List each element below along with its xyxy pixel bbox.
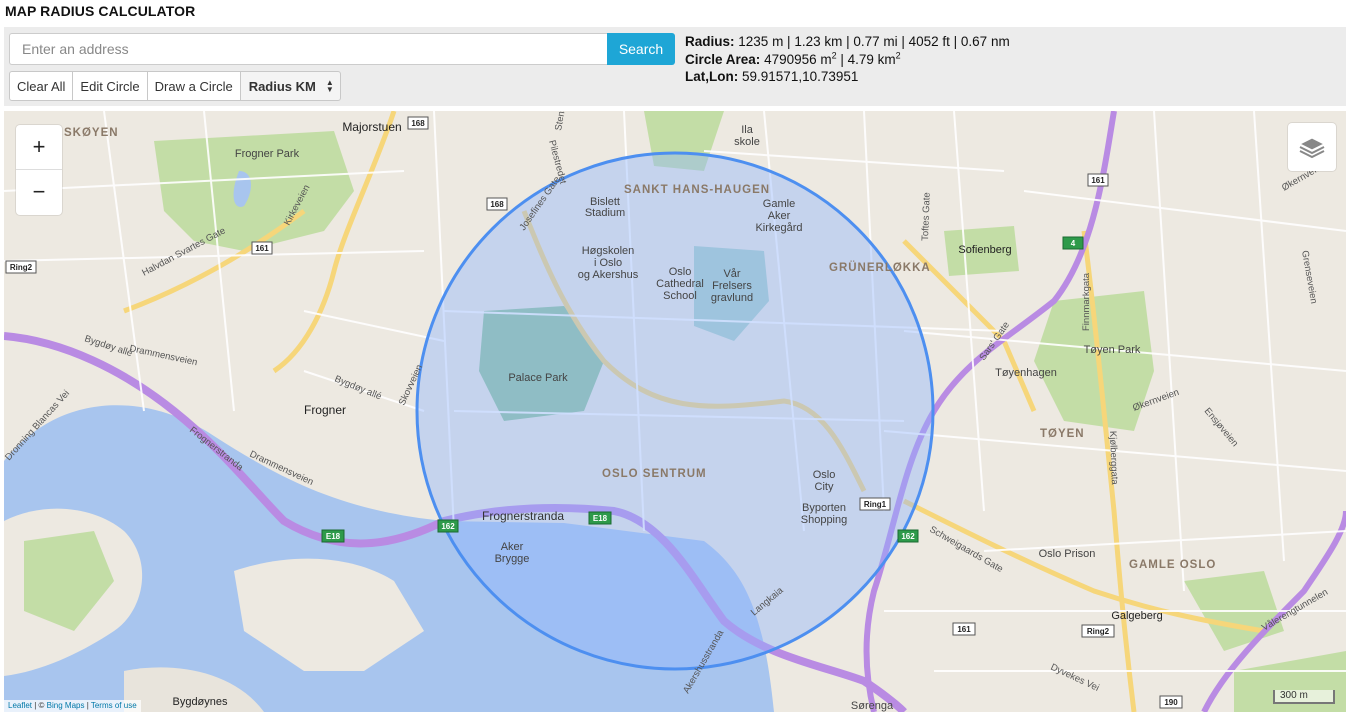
attribution-sep-1: | © (32, 701, 47, 710)
latlon-line: Lat,Lon: 59.91571,10.73951 (685, 68, 1010, 86)
label-byporten-2: Shopping (801, 514, 848, 526)
label-hogskolen-3: og Akershus (578, 269, 639, 281)
label-var-frelsers-2: Frelsers (712, 280, 752, 292)
shield-ring2-left: Ring2 (10, 263, 33, 272)
address-search-input[interactable] (9, 33, 607, 65)
area-line: Circle Area: 4790956 m2 | 4.79 km2 (685, 51, 1010, 69)
label-frognerstranda: Frognerstranda (482, 509, 564, 523)
radius-label: Radius: (685, 34, 735, 49)
label-ila-skole: skole (734, 136, 760, 148)
label-oslo-prison: Oslo Prison (1039, 548, 1096, 560)
label-cathedral-1: Oslo (669, 266, 692, 278)
area-km2-value: | 4.79 km (836, 51, 896, 67)
label-galgeberg: Galgeberg (1111, 610, 1162, 622)
radius-unit-select[interactable]: Radius KM ▲ ▼ (239, 71, 341, 101)
label-sankt-hans-haugen: SANKT HANS-HAUGEN (624, 184, 770, 196)
label-ensjoveien: Ensjøveien (1202, 406, 1241, 449)
label-kjolberggata: Kjølberggata (1107, 431, 1120, 486)
map-scale: 300 m (1273, 690, 1335, 704)
area-km2-superscript: 2 (895, 50, 901, 60)
radius-unit-selected: Radius KM (248, 78, 316, 94)
label-drammensveien: Drammensveien (128, 343, 198, 368)
label-toyen: TØYEN (1040, 428, 1085, 440)
label-stensberg: Stensberg (553, 111, 571, 132)
layers-icon (1298, 137, 1326, 159)
label-finnmarkgata: Finnmarkgata (1081, 272, 1092, 331)
label-stadium: Stadium (585, 207, 625, 219)
shield-168-top: 168 (411, 119, 425, 128)
radius-value: 1235 m | 1.23 km | 0.77 mi | 4052 ft | 0… (738, 34, 1010, 49)
latlon-value: 59.91571,10.73951 (742, 69, 859, 84)
select-arrows-icon: ▲ ▼ (325, 78, 334, 94)
radius-circle[interactable] (415, 151, 935, 671)
label-ila: Ila (741, 124, 754, 136)
zoom-out-button[interactable]: − (16, 169, 62, 214)
label-hogskolen-2: i Oslo (594, 257, 622, 269)
label-var-frelsers-1: Vår (723, 268, 740, 280)
label-skoyen: SKØYEN (64, 127, 119, 139)
map-view[interactable]: 168 168 161 161 4 Ring2 162 E18 E18 Ring… (4, 111, 1346, 712)
shield-162-left: 162 (441, 522, 455, 531)
label-aker-brygge-2: Brygge (495, 553, 530, 565)
clear-all-button[interactable]: Clear All (9, 71, 74, 101)
label-toyen-park: Tøyen Park (1084, 344, 1141, 356)
map-attribution: Leaflet | © Bing Maps | Terms of use (4, 700, 141, 712)
shield-4: 4 (1071, 239, 1076, 248)
edit-circle-button[interactable]: Edit Circle (72, 71, 148, 101)
label-frogner: Frogner (304, 403, 346, 417)
label-palace-park: Palace Park (508, 372, 568, 384)
label-grenseveien: Grenseveien (1299, 250, 1319, 305)
label-toftes-gate: Toftes Gate (920, 192, 933, 241)
label-oslo-city-2: City (815, 481, 834, 493)
label-toyenhagen: Tøyenhagen (995, 367, 1057, 379)
app-title: MAP RADIUS CALCULATOR (5, 3, 196, 19)
shield-161-bottom: 161 (957, 625, 971, 634)
label-gamle-oslo: GAMLE OSLO (1129, 559, 1216, 571)
label-byporten-1: Byporten (802, 502, 846, 514)
shield-e18-right: E18 (593, 514, 608, 523)
label-aker-brygge-1: Aker (501, 541, 524, 553)
zoom-control: + − (16, 125, 62, 215)
radius-line: Radius: 1235 m | 1.23 km | 0.77 mi | 405… (685, 33, 1010, 51)
leaflet-link[interactable]: Leaflet (8, 701, 32, 710)
label-hogskolen-1: Høgskolen (582, 245, 635, 257)
bing-maps-link[interactable]: Bing Maps (47, 701, 85, 710)
latlon-label: Lat,Lon: (685, 69, 739, 84)
label-pilestredet: Pilestredet (546, 139, 568, 186)
map-canvas[interactable]: 168 168 161 161 4 Ring2 162 E18 E18 Ring… (4, 111, 1346, 712)
area-label: Circle Area: (685, 51, 761, 67)
draw-circle-button[interactable]: Draw a Circle (146, 71, 241, 101)
measurement-info: Radius: 1235 m | 1.23 km | 0.77 mi | 405… (685, 33, 1010, 86)
toolbar-button-group: Clear All Edit Circle Draw a Circle Radi… (9, 71, 341, 101)
label-bygdoy-alle-2: Bygdøy allé (333, 374, 383, 403)
label-var-frelsers-3: gravlund (711, 292, 753, 304)
shield-162-right: 162 (901, 532, 915, 541)
label-majorstuen: Majorstuen (342, 120, 401, 134)
layers-button[interactable] (1288, 123, 1336, 171)
label-gamle-aker-2: Aker (768, 210, 791, 222)
shield-190: 190 (1164, 698, 1178, 707)
label-sorenga: Sørenga (851, 700, 894, 712)
shield-161-top: 161 (1091, 176, 1105, 185)
shield-161-left: 161 (255, 244, 269, 253)
area-m2-value: 4790956 m (764, 51, 832, 67)
label-cathedral-2: Cathedral (656, 278, 704, 290)
label-grunerlokka: GRÜNERLØKKA (829, 261, 931, 274)
label-cathedral-3: School (663, 290, 697, 302)
label-sofienberg: Sofienberg (958, 244, 1011, 256)
label-dyvekes-vei: Dyvekes Vei (1049, 662, 1101, 694)
label-bygdoynes: Bygdøynes (172, 696, 228, 708)
terms-of-use-link[interactable]: Terms of use (91, 701, 137, 710)
label-oslo-city-1: Oslo (813, 469, 836, 481)
shield-e18: E18 (326, 532, 341, 541)
shield-ring1: Ring1 (864, 500, 887, 509)
label-frogner-park: Frogner Park (235, 148, 300, 160)
label-oslo-sentrum: OSLO SENTRUM (602, 468, 707, 480)
search-button[interactable]: Search (607, 33, 675, 65)
zoom-in-button[interactable]: + (16, 125, 62, 169)
shield-ring2-right: Ring2 (1087, 627, 1110, 636)
label-gamle-aker-1: Gamle (763, 198, 795, 210)
shield-168: 168 (490, 200, 504, 209)
label-gamle-aker-3: Kirkegård (755, 222, 802, 234)
